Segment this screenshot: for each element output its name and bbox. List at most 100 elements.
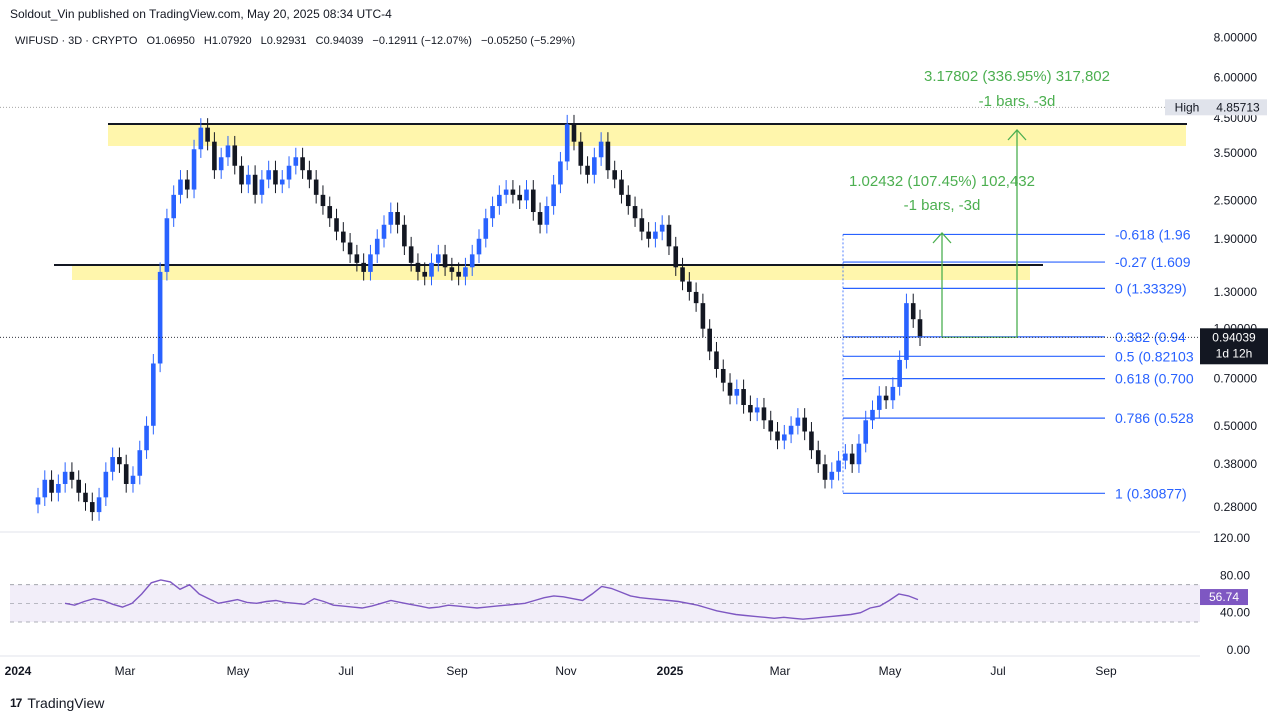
candle-body [469,254,475,268]
candle-body [558,161,563,185]
fib-level-label: -0.618 (1.96 [1115,226,1191,242]
lower-support-zone [72,265,1030,280]
candle-body [544,206,550,225]
candle-body [232,145,238,166]
fib-level-label: -0.27 (1.609 [1115,254,1191,270]
candle-body [564,124,570,162]
candle-body [151,363,156,426]
candle-body [225,145,231,158]
candle-body [571,124,577,142]
candle-body [754,407,760,413]
candle-body [537,212,543,225]
price-chart[interactable]: -0.618 (1.96-0.27 (1.6090 (1.33329)0.382… [0,0,1280,690]
time-tick-label: 2024 [5,664,32,678]
last-price-label: 0.94039 [1212,330,1256,344]
candle-body [646,231,651,239]
candle-body [598,141,604,158]
time-tick-label: Mar [770,664,791,678]
candle-body [687,281,692,292]
candle-body [490,206,495,219]
candle-body [856,443,862,465]
rsi-tick-label: 120.00 [1213,531,1250,545]
candle-body [422,271,428,277]
candle-body [741,389,746,405]
price-tick-label: 3.50000 [1214,146,1258,160]
candle-body [782,434,787,441]
candle-body [517,194,523,201]
candle-body [720,368,726,383]
candle-body [483,218,489,239]
candle-body [368,254,373,272]
fib-level-label: 0.618 (0.700 [1115,371,1194,387]
candle-body [76,479,82,493]
candle-body [198,127,204,150]
candle-body [503,189,509,195]
time-tick-label: Nov [555,664,576,678]
price-tick-label: 1.90000 [1214,232,1258,246]
candle-body [659,224,665,232]
time-axis: 2024 Mar May Jul Sep Nov 2025 Mar May Jul Sep [0,655,1200,678]
rsi-tick-label: 80.00 [1220,568,1250,582]
candle-body [843,453,848,461]
candle-body [890,386,896,401]
candle-body [585,165,590,175]
candle-body [252,174,258,195]
fib-level-label: 0.5 (0.82103 [1115,348,1194,364]
candle-body [212,141,217,171]
fib-level-label: 0 (1.33329) [1115,280,1187,296]
candle-body [449,267,455,272]
candle-body [327,206,333,219]
candle-body [381,224,387,239]
tradingview-wordmark: TradingView [27,695,105,711]
candle-body [829,471,835,480]
candle-body [164,218,170,272]
candle-body [347,242,353,255]
upper-resistance-zone [108,125,1186,146]
candle-body [123,464,129,484]
candle-body [734,389,740,396]
candle-body [62,471,68,484]
candle-body [435,254,441,263]
candle-body [673,246,679,268]
rsi-tick-label: 0.00 [1227,643,1251,657]
candle-body [904,303,909,360]
candle-body [35,497,41,505]
candle-body [748,404,753,413]
time-tick-label: Jul [338,664,353,678]
candle-body [286,165,292,180]
time-tick-label: Sep [1095,664,1117,678]
high-tag-label: High [1175,100,1200,114]
price-tick-label: 0.28000 [1214,500,1258,514]
high-value-label: 4.85713 [1216,100,1260,114]
time-tick-label: May [227,664,250,678]
price-tick-label: 1.30000 [1214,285,1258,299]
candle-body [788,425,794,435]
time-tick-label: Jul [990,664,1005,678]
candle-body [42,479,48,498]
tradingview-brand: 17 TradingView [10,695,104,711]
candle-body [320,194,326,207]
candle-body [815,450,821,465]
price-tick-label: 0.38000 [1214,457,1258,471]
fib-level-label: 1 (0.30877) [1115,485,1187,501]
candle-body [761,407,767,421]
candle-body [463,267,468,277]
candle-body [530,189,536,213]
candle-body [56,483,61,493]
candle-body [395,212,400,225]
candle-body [775,431,780,441]
candle-body [313,179,319,195]
candle-body [578,141,584,166]
candle-body [442,254,448,268]
candle-body [293,157,299,166]
time-tick-label: May [879,664,902,678]
candle-body [700,303,706,329]
candle-body [917,319,923,338]
candle-body [836,460,841,472]
price-tick-label: 6.00000 [1214,71,1258,85]
candle-body [307,170,312,180]
candle-body [625,194,631,207]
candle-body [809,431,814,451]
candle-body [110,457,115,472]
price-tick-label: 8.00000 [1214,30,1258,44]
